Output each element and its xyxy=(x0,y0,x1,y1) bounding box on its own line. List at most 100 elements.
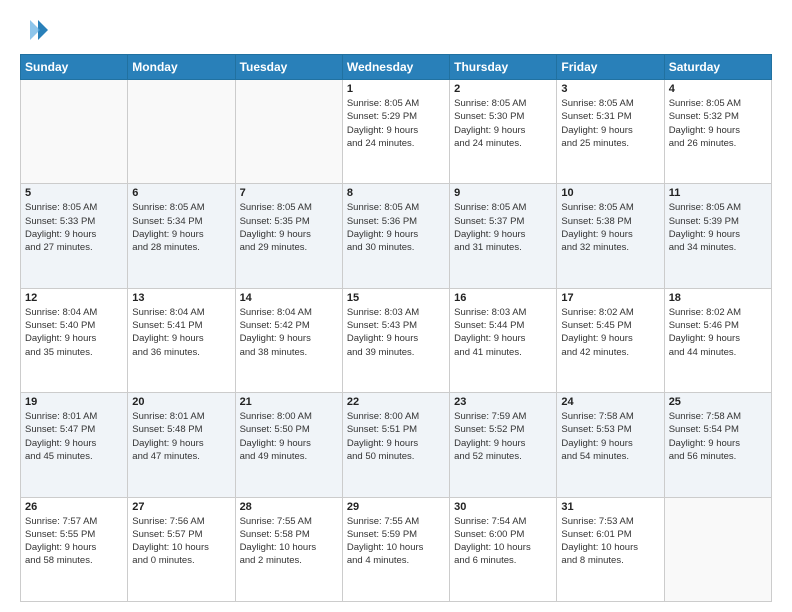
calendar-day: 8 Sunrise: 8:05 AM Sunset: 5:36 PM Daylig… xyxy=(342,184,449,288)
day-number: 30 xyxy=(454,501,552,513)
calendar-week-row: 19Sunrise: 8:01 AM Sunset: 5:47 PM Dayli… xyxy=(21,393,772,497)
calendar-day: 5 Sunrise: 8:05 AM Sunset: 5:33 PM Daylig… xyxy=(21,184,128,288)
calendar-day: 19Sunrise: 8:01 AM Sunset: 5:47 PM Dayli… xyxy=(21,393,128,497)
calendar-week-row: 26 Sunrise: 7:57 AM Sunset: 5:55 PM Dayli… xyxy=(21,497,772,601)
weekday-header: Friday xyxy=(557,55,664,80)
day-number: 1 xyxy=(347,83,445,95)
day-info: Sunrise: 8:01 AM Sunset: 5:48 PM Dayligh… xyxy=(132,410,230,463)
calendar-day: 30 Sunrise: 7:54 AM Sunset: 6:00 PM Dayli… xyxy=(450,497,557,601)
day-number: 26 xyxy=(25,501,123,513)
day-info: Sunrise: 8:05 AM Sunset: 5:38 PM Dayligh… xyxy=(561,201,659,254)
calendar-empty xyxy=(235,80,342,184)
calendar-day: 24 Sunrise: 7:58 AM Sunset: 5:53 PM Dayli… xyxy=(557,393,664,497)
day-number: 18 xyxy=(669,292,767,304)
calendar-week-row: 5 Sunrise: 8:05 AM Sunset: 5:33 PM Daylig… xyxy=(21,184,772,288)
calendar-week-row: 1 Sunrise: 8:05 AM Sunset: 5:29 PM Daylig… xyxy=(21,80,772,184)
day-info: Sunrise: 7:56 AM Sunset: 5:57 PM Dayligh… xyxy=(132,515,230,568)
calendar-day: 23 Sunrise: 7:59 AM Sunset: 5:52 PM Dayli… xyxy=(450,393,557,497)
day-number: 4 xyxy=(669,83,767,95)
calendar-day: 18 Sunrise: 8:02 AM Sunset: 5:46 PM Dayli… xyxy=(664,288,771,392)
day-number: 10 xyxy=(561,187,659,199)
day-info: Sunrise: 8:03 AM Sunset: 5:43 PM Dayligh… xyxy=(347,306,445,359)
logo-icon xyxy=(20,16,48,44)
calendar-day: 27 Sunrise: 7:56 AM Sunset: 5:57 PM Dayli… xyxy=(128,497,235,601)
day-number: 23 xyxy=(454,396,552,408)
weekday-header: Sunday xyxy=(21,55,128,80)
day-number: 9 xyxy=(454,187,552,199)
calendar-empty xyxy=(21,80,128,184)
calendar-day: 11 Sunrise: 8:05 AM Sunset: 5:39 PM Dayli… xyxy=(664,184,771,288)
weekday-header: Saturday xyxy=(664,55,771,80)
day-number: 16 xyxy=(454,292,552,304)
day-number: 24 xyxy=(561,396,659,408)
day-number: 7 xyxy=(240,187,338,199)
day-number: 28 xyxy=(240,501,338,513)
day-number: 20 xyxy=(132,396,230,408)
day-number: 25 xyxy=(669,396,767,408)
day-number: 21 xyxy=(240,396,338,408)
day-info: Sunrise: 8:00 AM Sunset: 5:51 PM Dayligh… xyxy=(347,410,445,463)
day-number: 13 xyxy=(132,292,230,304)
calendar-day: 21 Sunrise: 8:00 AM Sunset: 5:50 PM Dayli… xyxy=(235,393,342,497)
calendar: SundayMondayTuesdayWednesdayThursdayFrid… xyxy=(20,54,772,602)
day-number: 11 xyxy=(669,187,767,199)
calendar-day: 6Sunrise: 8:05 AM Sunset: 5:34 PM Daylig… xyxy=(128,184,235,288)
calendar-week-row: 12Sunrise: 8:04 AM Sunset: 5:40 PM Dayli… xyxy=(21,288,772,392)
day-info: Sunrise: 8:02 AM Sunset: 5:46 PM Dayligh… xyxy=(669,306,767,359)
day-info: Sunrise: 7:59 AM Sunset: 5:52 PM Dayligh… xyxy=(454,410,552,463)
weekday-header: Thursday xyxy=(450,55,557,80)
day-number: 22 xyxy=(347,396,445,408)
logo xyxy=(20,16,52,44)
day-info: Sunrise: 7:55 AM Sunset: 5:58 PM Dayligh… xyxy=(240,515,338,568)
calendar-day: 9 Sunrise: 8:05 AM Sunset: 5:37 PM Daylig… xyxy=(450,184,557,288)
calendar-day: 4 Sunrise: 8:05 AM Sunset: 5:32 PM Daylig… xyxy=(664,80,771,184)
day-info: Sunrise: 8:04 AM Sunset: 5:41 PM Dayligh… xyxy=(132,306,230,359)
calendar-day: 3 Sunrise: 8:05 AM Sunset: 5:31 PM Daylig… xyxy=(557,80,664,184)
calendar-day: 1 Sunrise: 8:05 AM Sunset: 5:29 PM Daylig… xyxy=(342,80,449,184)
weekday-header-row: SundayMondayTuesdayWednesdayThursdayFrid… xyxy=(21,55,772,80)
weekday-header: Monday xyxy=(128,55,235,80)
calendar-day: 13 Sunrise: 8:04 AM Sunset: 5:41 PM Dayli… xyxy=(128,288,235,392)
calendar-empty xyxy=(664,497,771,601)
day-number: 8 xyxy=(347,187,445,199)
day-number: 3 xyxy=(561,83,659,95)
day-info: Sunrise: 8:02 AM Sunset: 5:45 PM Dayligh… xyxy=(561,306,659,359)
day-number: 15 xyxy=(347,292,445,304)
calendar-day: 25Sunrise: 7:58 AM Sunset: 5:54 PM Dayli… xyxy=(664,393,771,497)
day-info: Sunrise: 8:05 AM Sunset: 5:34 PM Dayligh… xyxy=(132,201,230,254)
day-info: Sunrise: 8:05 AM Sunset: 5:36 PM Dayligh… xyxy=(347,201,445,254)
day-number: 5 xyxy=(25,187,123,199)
day-info: Sunrise: 7:58 AM Sunset: 5:53 PM Dayligh… xyxy=(561,410,659,463)
day-number: 2 xyxy=(454,83,552,95)
day-info: Sunrise: 8:05 AM Sunset: 5:39 PM Dayligh… xyxy=(669,201,767,254)
day-number: 31 xyxy=(561,501,659,513)
calendar-day: 14Sunrise: 8:04 AM Sunset: 5:42 PM Dayli… xyxy=(235,288,342,392)
calendar-day: 10 Sunrise: 8:05 AM Sunset: 5:38 PM Dayli… xyxy=(557,184,664,288)
header xyxy=(20,16,772,44)
day-info: Sunrise: 8:05 AM Sunset: 5:37 PM Dayligh… xyxy=(454,201,552,254)
day-info: Sunrise: 8:00 AM Sunset: 5:50 PM Dayligh… xyxy=(240,410,338,463)
day-number: 17 xyxy=(561,292,659,304)
calendar-empty xyxy=(128,80,235,184)
day-info: Sunrise: 7:53 AM Sunset: 6:01 PM Dayligh… xyxy=(561,515,659,568)
calendar-day: 16 Sunrise: 8:03 AM Sunset: 5:44 PM Dayli… xyxy=(450,288,557,392)
calendar-day: 28 Sunrise: 7:55 AM Sunset: 5:58 PM Dayli… xyxy=(235,497,342,601)
day-info: Sunrise: 8:04 AM Sunset: 5:40 PM Dayligh… xyxy=(25,306,123,359)
day-info: Sunrise: 7:54 AM Sunset: 6:00 PM Dayligh… xyxy=(454,515,552,568)
day-info: Sunrise: 8:05 AM Sunset: 5:31 PM Dayligh… xyxy=(561,97,659,150)
day-info: Sunrise: 8:05 AM Sunset: 5:35 PM Dayligh… xyxy=(240,201,338,254)
day-info: Sunrise: 8:05 AM Sunset: 5:33 PM Dayligh… xyxy=(25,201,123,254)
day-info: Sunrise: 8:01 AM Sunset: 5:47 PM Dayligh… xyxy=(25,410,123,463)
day-info: Sunrise: 8:05 AM Sunset: 5:29 PM Dayligh… xyxy=(347,97,445,150)
calendar-day: 15 Sunrise: 8:03 AM Sunset: 5:43 PM Dayli… xyxy=(342,288,449,392)
day-info: Sunrise: 7:55 AM Sunset: 5:59 PM Dayligh… xyxy=(347,515,445,568)
calendar-day: 12Sunrise: 8:04 AM Sunset: 5:40 PM Dayli… xyxy=(21,288,128,392)
calendar-day: 17 Sunrise: 8:02 AM Sunset: 5:45 PM Dayli… xyxy=(557,288,664,392)
day-info: Sunrise: 8:05 AM Sunset: 5:32 PM Dayligh… xyxy=(669,97,767,150)
weekday-header: Tuesday xyxy=(235,55,342,80)
calendar-day: 29Sunrise: 7:55 AM Sunset: 5:59 PM Dayli… xyxy=(342,497,449,601)
day-info: Sunrise: 8:03 AM Sunset: 5:44 PM Dayligh… xyxy=(454,306,552,359)
day-info: Sunrise: 7:57 AM Sunset: 5:55 PM Dayligh… xyxy=(25,515,123,568)
day-number: 27 xyxy=(132,501,230,513)
calendar-day: 2Sunrise: 8:05 AM Sunset: 5:30 PM Daylig… xyxy=(450,80,557,184)
